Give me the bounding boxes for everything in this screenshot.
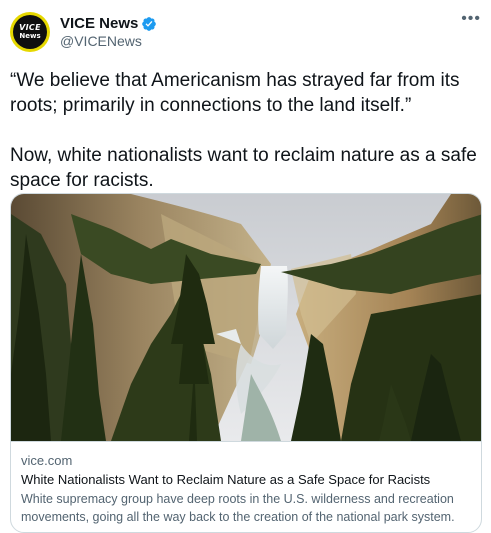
author-name-row[interactable]: VICE News [60, 15, 157, 32]
tweet-paragraph-2: Now, white nationalists want to reclaim … [10, 145, 477, 191]
link-card-domain: vice.com [21, 453, 73, 468]
avatar[interactable]: VICE News [10, 12, 50, 52]
link-card[interactable]: vice.com White Nationalists Want to Recl… [10, 193, 482, 533]
verified-badge-icon [142, 16, 157, 31]
tweet-paragraph-1: “We believe that Americanism has strayed… [10, 70, 460, 116]
link-card-body[interactable]: vice.com White Nationalists Want to Recl… [11, 442, 481, 526]
waterfall-canyon-illustration [11, 194, 481, 441]
tweet[interactable]: VICE News VICE News @VICENews ••• “We be… [0, 0, 491, 533]
author-display-name[interactable]: VICE News [60, 15, 138, 32]
author-handle[interactable]: @VICENews [60, 33, 142, 49]
tweet-text: “We believe that Americanism has strayed… [10, 68, 480, 193]
avatar-logo: VICE News [13, 15, 47, 49]
avatar-logo-line1: VICE [19, 23, 41, 32]
more-horizontal-icon[interactable]: ••• [461, 10, 481, 28]
link-card-title: White Nationalists Want to Reclaim Natur… [21, 472, 431, 487]
link-card-image[interactable] [11, 194, 481, 442]
link-card-description: White supremacy group have deep roots in… [21, 492, 455, 524]
avatar-logo-line2: News [19, 32, 41, 40]
